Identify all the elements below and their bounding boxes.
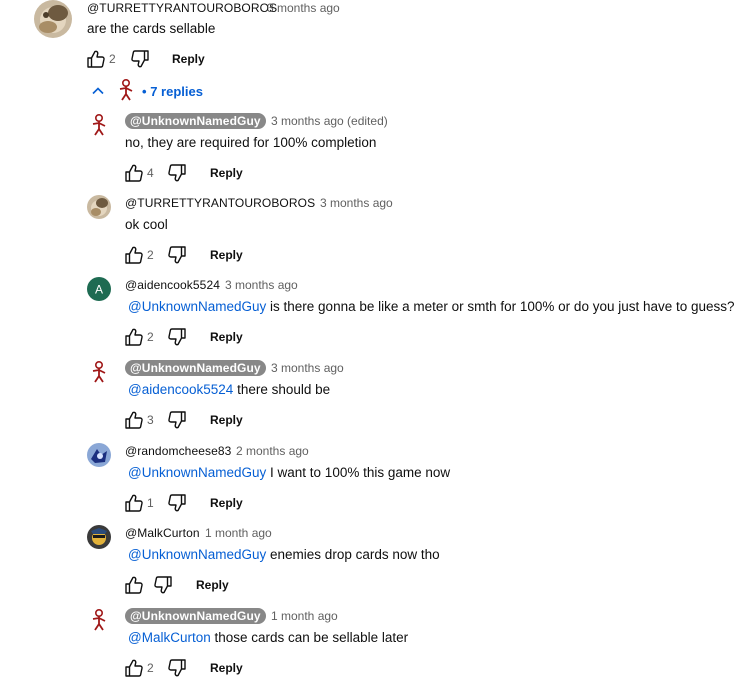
reply-avatar[interactable]	[87, 525, 111, 549]
thumbs-down-icon	[167, 245, 187, 265]
replier-avatar	[114, 78, 138, 102]
reply-button[interactable]: Reply	[196, 578, 229, 592]
reply-text-line: @UnknownNamedGuy is there gonna be like …	[128, 299, 735, 314]
dislike-button[interactable]	[130, 49, 150, 69]
reply-button[interactable]: Reply	[210, 248, 243, 262]
reply-text: ok cool	[125, 217, 168, 232]
thumbs-down-icon	[167, 327, 187, 347]
dislike-button[interactable]	[167, 658, 187, 678]
reply-avatar[interactable]	[87, 113, 111, 137]
thumbs-up-icon	[124, 163, 144, 183]
reply-avatar[interactable]	[87, 443, 111, 467]
reply-timestamp[interactable]: 3 months ago (edited)	[271, 114, 388, 128]
creator-author-chip[interactable]: @UnknownNamedGuy	[125, 113, 266, 129]
reply-timestamp[interactable]: 1 month ago	[205, 526, 272, 540]
replies-count-link[interactable]: • 7 replies	[142, 84, 203, 99]
reply-avatar[interactable]	[87, 360, 111, 384]
commenter-avatar[interactable]	[34, 0, 72, 38]
reply-timestamp[interactable]: 3 months ago	[225, 278, 298, 292]
mention-link[interactable]: @UnknownNamedGuy	[128, 465, 266, 480]
like-count: 2	[109, 52, 116, 66]
reply-author[interactable]: @aidencook5524	[125, 278, 220, 292]
thumbs-down-icon	[167, 410, 187, 430]
like-button[interactable]	[124, 163, 144, 183]
dislike-button[interactable]	[167, 327, 187, 347]
thumbs-up-icon	[86, 49, 106, 69]
mention-link[interactable]: @aidencook5524	[128, 382, 233, 397]
reply-author[interactable]: @randomcheese83	[125, 444, 231, 458]
thumbs-up-icon	[124, 493, 144, 513]
reply-avatar[interactable]	[87, 608, 111, 632]
reply-text-line: no, they are required for 100% completio…	[125, 135, 376, 150]
reply-text: there should be	[237, 382, 331, 397]
creator-author-chip[interactable]: @UnknownNamedGuy	[125, 360, 266, 376]
thumbs-up-icon	[124, 575, 144, 595]
creator-author-chip[interactable]: @UnknownNamedGuy	[125, 608, 266, 624]
reply-text-line: ok cool	[125, 217, 168, 232]
reply-author[interactable]: @MalkCurton	[125, 526, 200, 540]
like-count: 2	[147, 248, 154, 262]
thumbs-up-icon	[124, 410, 144, 430]
thumbs-up-icon	[124, 658, 144, 678]
reply-text-line: @aidencook5524 there should be	[128, 382, 330, 397]
reply-button[interactable]: Reply	[172, 52, 205, 66]
like-button[interactable]	[86, 49, 106, 69]
thumbs-up-icon	[124, 327, 144, 347]
mention-link[interactable]: @UnknownNamedGuy	[128, 547, 266, 562]
reply-timestamp[interactable]: 3 months ago	[320, 196, 393, 210]
reply-button[interactable]: Reply	[210, 413, 243, 427]
like-button[interactable]	[124, 327, 144, 347]
thumbs-down-icon	[167, 658, 187, 678]
reply-avatar[interactable]: A	[87, 277, 111, 301]
dislike-button[interactable]	[167, 410, 187, 430]
like-button[interactable]	[124, 493, 144, 513]
mention-link[interactable]: @MalkCurton	[128, 630, 211, 645]
like-count: 2	[147, 661, 154, 675]
dislike-button[interactable]	[153, 575, 173, 595]
thumbs-down-icon	[167, 493, 187, 513]
like-count: 4	[147, 166, 154, 180]
comment-timestamp[interactable]: 3 months ago	[267, 1, 340, 15]
reply-button[interactable]: Reply	[210, 661, 243, 675]
replies-bullet: •	[142, 84, 147, 99]
thumbs-up-icon	[124, 245, 144, 265]
dislike-button[interactable]	[167, 493, 187, 513]
like-count: 1	[147, 496, 154, 510]
comment-author[interactable]: @TURRETTYRANTOUROBOROS	[87, 1, 277, 15]
replies-count-label: 7 replies	[150, 84, 203, 99]
reply-button[interactable]: Reply	[210, 330, 243, 344]
reply-avatar[interactable]	[87, 195, 111, 219]
like-button[interactable]	[124, 658, 144, 678]
reply-text: is there gonna be like a meter or smth f…	[270, 299, 735, 314]
dislike-button[interactable]	[167, 163, 187, 183]
reply-timestamp[interactable]: 2 months ago	[236, 444, 309, 458]
reply-button[interactable]: Reply	[210, 166, 243, 180]
reply-text: enemies drop cards now tho	[270, 547, 440, 562]
reply-text: no, they are required for 100% completio…	[125, 135, 377, 150]
thumbs-down-icon	[153, 575, 173, 595]
like-button[interactable]	[124, 245, 144, 265]
thumbs-down-icon	[167, 163, 187, 183]
reply-author[interactable]: @TURRETTYRANTOUROBOROS	[125, 196, 315, 210]
like-count: 2	[147, 330, 154, 344]
reply-text: those cards can be sellable later	[214, 630, 409, 645]
like-button[interactable]	[124, 575, 144, 595]
comment-text: are the cards sellable	[87, 21, 216, 36]
replies-toggle-button[interactable]	[90, 83, 106, 99]
svg-text:A: A	[95, 283, 103, 297]
mention-link[interactable]: @UnknownNamedGuy	[128, 299, 266, 314]
thumbs-down-icon	[130, 49, 150, 69]
reply-timestamp[interactable]: 3 months ago	[271, 361, 344, 375]
reply-text-line: @UnknownNamedGuy enemies drop cards now …	[128, 547, 440, 562]
reply-text: I want to 100% this game now	[270, 465, 451, 480]
dislike-button[interactable]	[167, 245, 187, 265]
reply-timestamp[interactable]: 1 month ago	[271, 609, 338, 623]
like-count: 3	[147, 413, 154, 427]
reply-text-line: @UnknownNamedGuy I want to 100% this gam…	[128, 465, 450, 480]
like-button[interactable]	[124, 410, 144, 430]
reply-button[interactable]: Reply	[210, 496, 243, 510]
reply-text-line: @MalkCurton those cards can be sellable …	[128, 630, 408, 645]
chevron-up-icon	[90, 83, 106, 99]
